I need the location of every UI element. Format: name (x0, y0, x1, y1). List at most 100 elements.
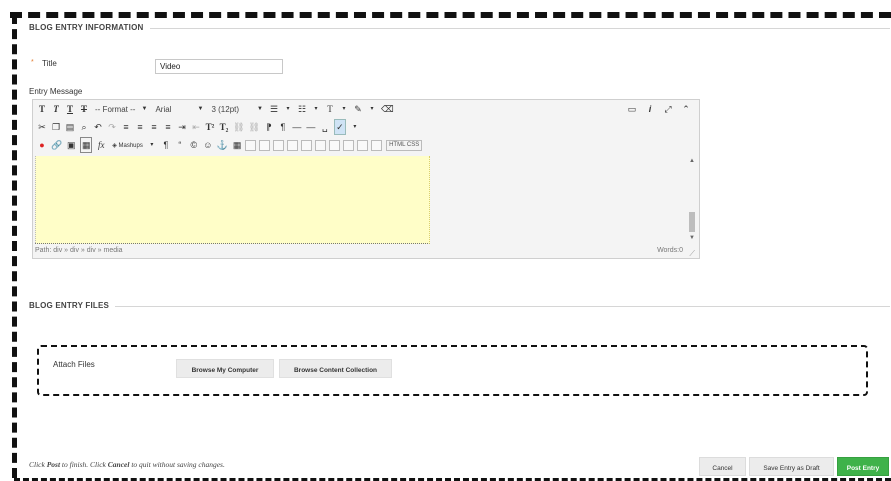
resize-grip-icon[interactable]: ⟋ (689, 246, 695, 261)
rich-text-editor: T T T T -- Format -- ▼ Arial ▼ 3 (12pt) … (32, 99, 700, 259)
section-divider (115, 306, 890, 307)
fullscreen-icon[interactable]: ⤢ (663, 102, 673, 116)
attach-files-panel: Attach Files Browse My Computer Browse C… (37, 345, 868, 396)
size-select[interactable]: 3 (12pt) (211, 105, 239, 114)
numbered-list-icon[interactable]: ☷ (297, 102, 307, 116)
table-op-icon[interactable] (357, 139, 369, 151)
record-icon[interactable]: ● (37, 138, 47, 152)
attach-link-icon[interactable]: 🔗 (51, 138, 62, 152)
undo-icon[interactable]: ↶ (93, 120, 103, 134)
scroll-down-icon[interactable]: ▼ (689, 235, 695, 241)
horizontal-rule-icon[interactable]: — (292, 120, 302, 134)
underline-icon[interactable]: T (65, 102, 75, 116)
image-icon[interactable]: ▣ (66, 138, 76, 152)
cut-icon[interactable]: ✂ (37, 120, 47, 134)
copyright-icon[interactable]: © (189, 138, 199, 152)
bold-icon[interactable]: T (37, 102, 47, 116)
scrollbar-thumb[interactable] (689, 212, 695, 232)
chevron-down-icon[interactable]: ▼ (195, 102, 205, 116)
collapse-icon[interactable]: ⌃ (681, 102, 691, 116)
chevron-down-icon[interactable]: ▼ (139, 102, 149, 116)
attach-files-label: Attach Files (53, 360, 95, 369)
space-icon[interactable]: ␣ (320, 120, 330, 134)
html-css-button[interactable]: HTML CSS (386, 139, 423, 151)
editor-toolbar-row-2: ✂ ❐ ▤ ⌕ ↶ ↷ ≡ ≡ ≡ ≡ ⇥ ⇤ T² T₂ ⛓ ⛓ ⁋ ¶ — … (33, 118, 699, 136)
copy-icon[interactable]: ❐ (51, 120, 61, 134)
quote-icon[interactable]: “ (175, 138, 185, 152)
chevron-down-icon[interactable]: ▾ (147, 138, 157, 152)
chevron-down-icon[interactable]: ▼ (255, 102, 265, 116)
table-op-icon[interactable] (371, 139, 383, 151)
subscript-icon[interactable]: T₂ (219, 120, 229, 134)
paragraph-icon[interactable]: ¶ (161, 138, 171, 152)
align-left-icon[interactable]: ≡ (121, 120, 131, 134)
title-label: Title (42, 59, 57, 68)
media-icon[interactable]: ▦ (80, 137, 93, 153)
cancel-button[interactable]: Cancel (699, 457, 746, 476)
superscript-icon[interactable]: T² (205, 120, 215, 134)
link-icon[interactable]: ⛓ (233, 120, 244, 134)
chevron-down-icon[interactable]: ▾ (311, 102, 321, 116)
format-select[interactable]: -- Format -- (95, 105, 135, 114)
post-entry-button[interactable]: Post Entry (837, 457, 889, 476)
table-op-icon[interactable] (301, 139, 313, 151)
redo-icon[interactable]: ↷ (107, 120, 117, 134)
word-count: Words:0 (657, 247, 683, 254)
align-right-icon[interactable]: ≡ (149, 120, 159, 134)
preview-icon[interactable]: ▭ (627, 102, 637, 116)
section-header-entry-info: BLOG ENTRY INFORMATION (29, 23, 144, 32)
footer-instructions: Click Post to finish. Click Cancel to qu… (29, 460, 225, 469)
unlink-icon[interactable]: ⛓ (248, 120, 259, 134)
anchor-icon[interactable]: ⚓ (217, 138, 228, 152)
mashups-button[interactable]: ◈ Mashups (112, 142, 143, 149)
align-justify-icon[interactable]: ≡ (163, 120, 173, 134)
editor-status-bar: Path: div » div » div » media Words:0 ⟋ (33, 243, 699, 258)
eraser-icon[interactable]: ⌫ (381, 102, 394, 116)
align-center-icon[interactable]: ≡ (135, 120, 145, 134)
editor-toolbar-row-3: ● 🔗 ▣ ▦ fx ◈ Mashups ▾ ¶ “ © ☺ ⚓ ▦ HTML … (33, 136, 699, 154)
chevron-down-icon[interactable]: ▾ (283, 102, 293, 116)
table-op-icon[interactable] (343, 139, 355, 151)
table-op-icon[interactable] (315, 139, 327, 151)
indent-icon[interactable]: ⇥ (177, 120, 187, 134)
dashed-border-left (12, 14, 17, 478)
section-divider (150, 28, 890, 29)
chevron-down-icon[interactable]: ▾ (367, 102, 377, 116)
browse-collection-button[interactable]: Browse Content Collection (279, 359, 392, 378)
table-op-icon[interactable] (259, 139, 271, 151)
info-icon[interactable]: i (645, 102, 655, 116)
text-color-icon[interactable]: T (325, 102, 335, 116)
editor-content-area[interactable] (35, 156, 430, 244)
editor-toolbar-row-1: T T T T -- Format -- ▼ Arial ▼ 3 (12pt) … (33, 100, 699, 118)
table-op-icon[interactable] (287, 139, 299, 151)
ltr-icon[interactable]: ⁋ (264, 120, 274, 134)
chevron-down-icon[interactable]: ▾ (350, 120, 360, 134)
font-select[interactable]: Arial (155, 105, 171, 114)
scroll-up-icon[interactable]: ▲ (689, 158, 695, 164)
browse-computer-button[interactable]: Browse My Computer (176, 359, 274, 378)
table-op-icon[interactable] (245, 139, 257, 151)
element-path: Path: div » div » div » media (35, 247, 123, 254)
footer-cancel-word: Cancel (107, 460, 130, 469)
table-op-icon[interactable] (273, 139, 285, 151)
outdent-icon[interactable]: ⇤ (191, 120, 201, 134)
math-icon[interactable]: fx (96, 138, 106, 152)
footer-post-word: Post (46, 460, 61, 469)
mashups-label: Mashups (118, 142, 143, 149)
italic-icon[interactable]: T (51, 102, 61, 116)
save-draft-button[interactable]: Save Entry as Draft (749, 457, 834, 476)
spellcheck-icon[interactable]: ✓ (333, 119, 346, 135)
emoticon-icon[interactable]: ☺ (203, 138, 213, 152)
bullet-list-icon[interactable]: ☰ (269, 102, 279, 116)
title-input[interactable] (155, 59, 283, 74)
table-op-icon[interactable] (329, 139, 341, 151)
highlight-icon[interactable]: ✎ (353, 102, 363, 116)
strikethrough-icon[interactable]: T (79, 102, 89, 116)
required-marker: * (31, 59, 34, 66)
rtl-icon[interactable]: ¶ (278, 120, 288, 134)
chevron-down-icon[interactable]: ▾ (339, 102, 349, 116)
table-icon[interactable]: ▦ (232, 138, 242, 152)
paste-icon[interactable]: ▤ (65, 120, 75, 134)
nonbreaking-icon[interactable]: — (306, 120, 316, 134)
find-icon[interactable]: ⌕ (79, 120, 89, 134)
